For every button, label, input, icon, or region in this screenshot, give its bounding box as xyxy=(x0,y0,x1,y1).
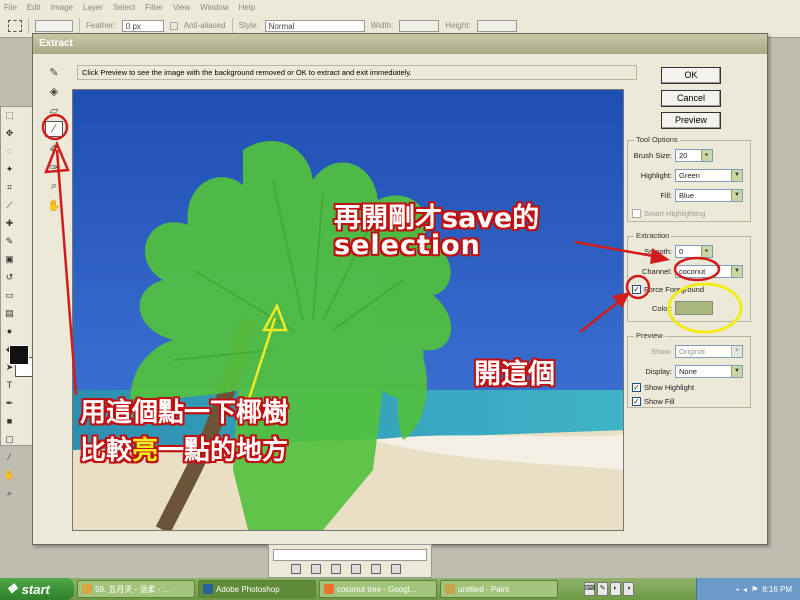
annotation-overlay xyxy=(41,113,743,403)
force-foreground-circle xyxy=(625,274,651,300)
eyedropper-circle xyxy=(41,113,69,141)
annotation-use-line1: 用這個點一下椰樹 xyxy=(80,398,289,428)
channel-circle xyxy=(673,256,721,282)
annotation-open-this: 開這個 xyxy=(474,359,555,390)
channel-arrowhead xyxy=(650,248,670,264)
annotation-use-line2-a: 比較 xyxy=(80,436,133,466)
channel-arrow xyxy=(574,240,665,260)
annotation-use-line2: 比較亮一點的地方 xyxy=(80,430,288,467)
annotation-use-line2-c: 一點的地方 xyxy=(158,436,289,466)
annotation-use-line2-highlight: 亮 xyxy=(132,436,159,466)
color-swatch-circle xyxy=(667,282,743,334)
eyedropper-arrow xyxy=(55,149,78,396)
annotation-reopen-line2: selection xyxy=(334,230,481,261)
